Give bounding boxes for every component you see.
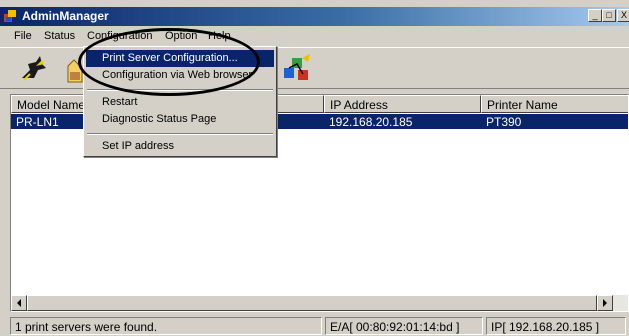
status-message: 1 print servers were found.: [10, 317, 322, 335]
arrow-right-icon: [603, 299, 607, 307]
arrow-left-icon: [17, 299, 21, 307]
cell-model-name: PR-LN1: [16, 115, 59, 129]
maximize-button[interactable]: □: [602, 9, 616, 22]
menu-help[interactable]: Help: [208, 30, 231, 42]
menu-status[interactable]: Status: [44, 30, 75, 42]
menu-option[interactable]: Option: [165, 30, 197, 42]
window-title: AdminManager: [22, 9, 109, 23]
column-printer-name[interactable]: Printer Name: [481, 95, 628, 113]
menu-separator: [87, 89, 273, 91]
scroll-left-button[interactable]: [11, 295, 27, 311]
menu-item-print-server-configuration[interactable]: Print Server Configuration...: [86, 50, 274, 67]
close-button[interactable]: X: [617, 9, 629, 22]
scroll-right-button[interactable]: [597, 295, 613, 311]
status-mac-address: E/A[ 00:80:92:01:14:bd ]: [325, 317, 483, 335]
admin-manager-window: AdminManager _ □ X File Status Configura…: [0, 0, 629, 336]
menu-file[interactable]: File: [14, 30, 32, 42]
menu-item-configuration-web-browser[interactable]: Configuration via Web browser: [86, 67, 274, 84]
menu-configuration[interactable]: Configuration: [87, 30, 152, 42]
network-config-icon[interactable]: [280, 52, 314, 86]
menu-item-diagnostic-status-page[interactable]: Diagnostic Status Page: [86, 111, 274, 128]
search-printers-icon[interactable]: [16, 52, 50, 86]
app-icon: [4, 10, 16, 22]
status-bar: 1 print servers were found. E/A[ 00:80:9…: [0, 315, 629, 336]
menu-bar: File Status Configuration Option Help: [0, 27, 629, 46]
cell-ip-address: 192.168.20.185: [329, 115, 413, 129]
scroll-thumb[interactable]: [27, 295, 597, 311]
cell-printer-name: PT390: [486, 115, 522, 129]
status-ip-address: IP[ 192.168.20.185 ]: [486, 317, 626, 335]
minimize-button[interactable]: _: [588, 9, 602, 22]
column-ip-address[interactable]: IP Address: [324, 95, 481, 113]
menu-item-restart[interactable]: Restart: [86, 94, 274, 111]
title-bar[interactable]: AdminManager _ □ X: [0, 7, 629, 26]
configuration-menu: Print Server Configuration... Configurat…: [83, 46, 277, 157]
menu-separator: [87, 133, 273, 135]
menu-item-set-ip-address[interactable]: Set IP address: [86, 138, 274, 155]
horizontal-scrollbar[interactable]: [11, 295, 628, 311]
